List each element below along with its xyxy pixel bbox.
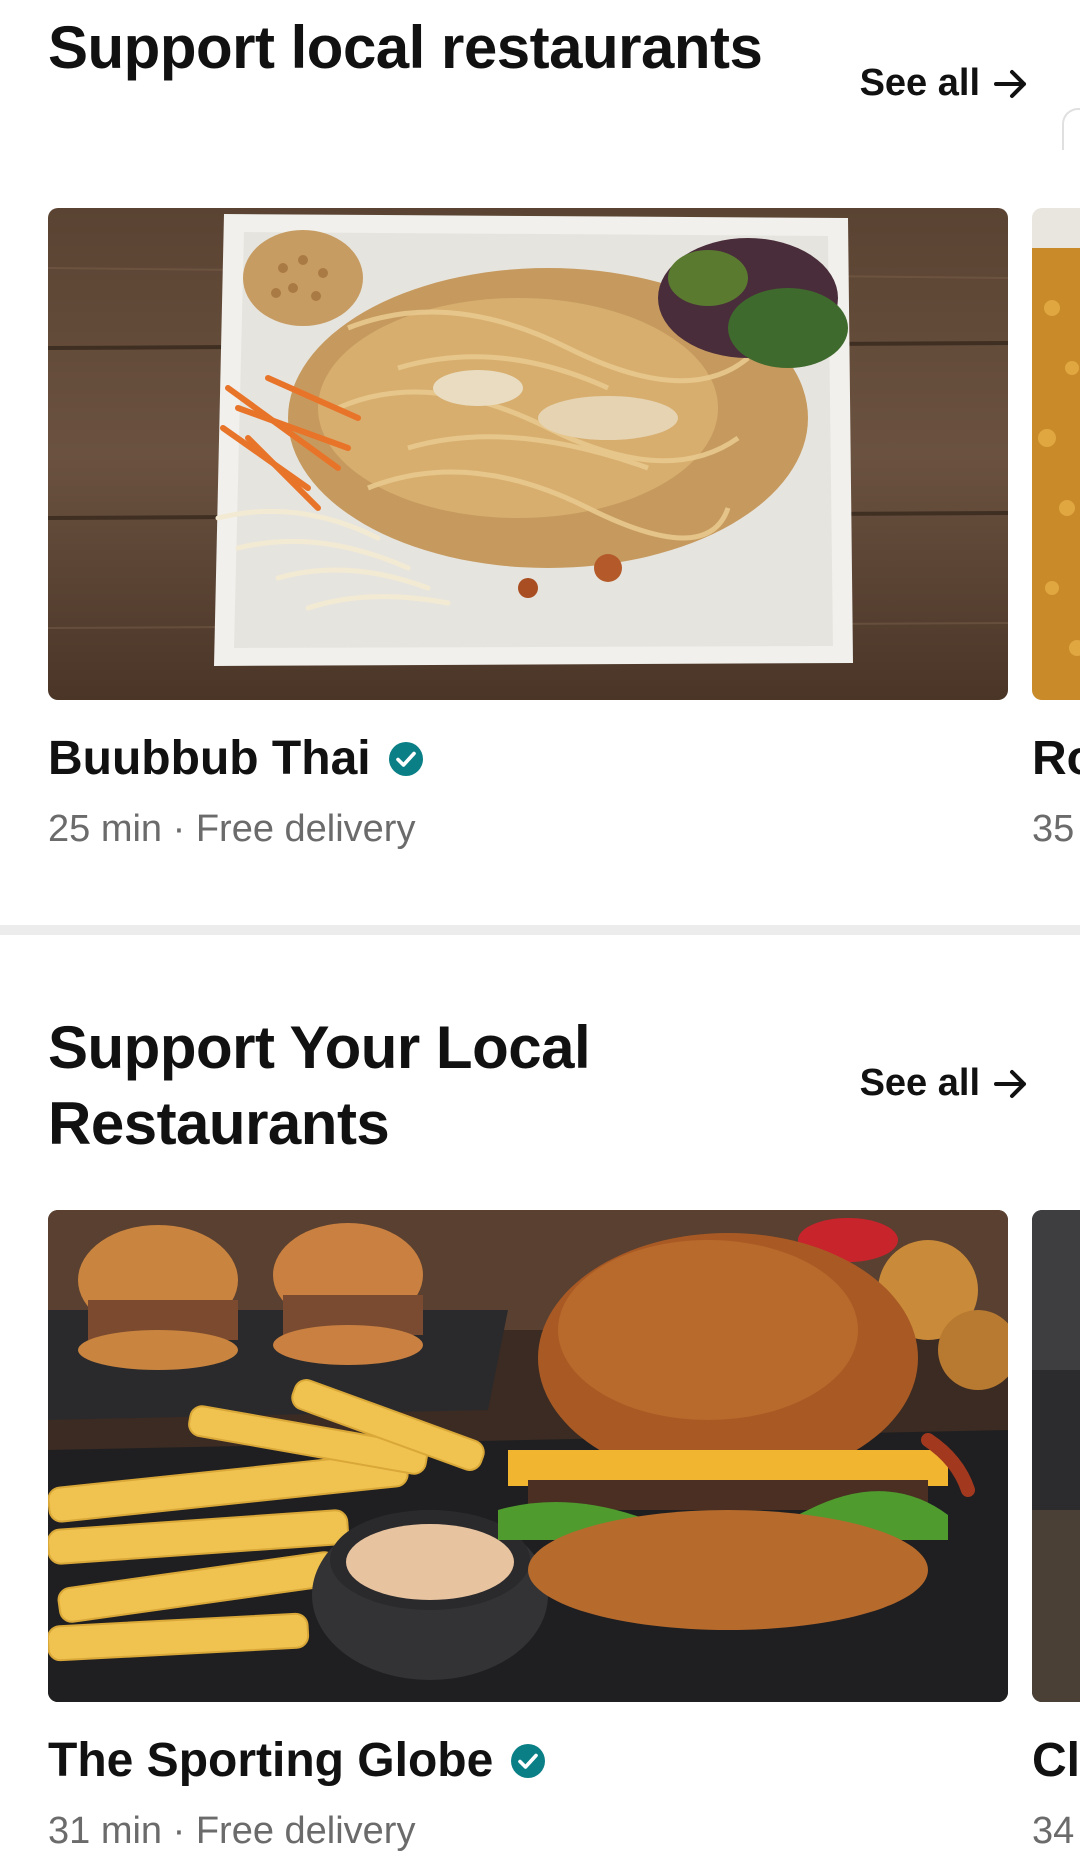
restaurant-meta-peek: 35	[1032, 808, 1075, 850]
see-all-label: See all	[859, 1062, 980, 1104]
restaurant-card-peek[interactable]: Ro 35	[1032, 208, 1080, 852]
restaurant-image	[48, 1210, 1008, 1702]
restaurant-name: Buubbub Thai	[48, 732, 371, 785]
arrow-right-icon	[994, 69, 1028, 99]
arrow-right-icon	[994, 1069, 1028, 1099]
restaurant-card[interactable]: The Sporting Globe 31 min · Free deliver…	[48, 1210, 1008, 1854]
restaurant-meta: 25 min · Free delivery	[48, 808, 416, 850]
restaurant-card-peek[interactable]: Cl 34	[1032, 1210, 1080, 1854]
see-all-label: See all	[859, 62, 980, 104]
verified-check-icon	[509, 1742, 547, 1780]
restaurant-carousel-section: Support local restaurants See all Buubbu…	[0, 0, 1080, 925]
restaurant-name-row: The Sporting Globe	[48, 1732, 1008, 1790]
restaurant-name: The Sporting Globe	[48, 1734, 494, 1787]
restaurant-card[interactable]: Buubbub Thai 25 min · Free delivery	[48, 208, 1008, 852]
restaurant-meta-peek: 34	[1032, 1810, 1075, 1852]
restaurant-carousel-section: Support Your Local Restaurants See all T…	[0, 935, 1080, 1868]
restaurant-image-peek	[1032, 208, 1080, 700]
restaurant-image	[48, 208, 1008, 700]
verified-check-icon	[387, 740, 425, 778]
section-title: Support Your Local Restaurants	[48, 1014, 591, 1157]
edge-card-outline	[1062, 108, 1080, 150]
pad-thai-photo	[48, 208, 1008, 700]
see-all-button[interactable]: See all	[860, 62, 1028, 105]
section-divider	[0, 925, 1080, 935]
restaurant-meta: 31 min · Free delivery	[48, 1810, 416, 1852]
restaurant-image-peek	[1032, 1210, 1080, 1702]
restaurant-name-peek: Cl	[1032, 1734, 1080, 1787]
restaurant-name-row: Buubbub Thai	[48, 730, 1008, 788]
burger-and-fries-photo	[48, 1210, 1008, 1702]
see-all-button[interactable]: See all	[860, 1062, 1028, 1105]
section-title: Support local restaurants	[48, 14, 763, 81]
restaurant-name-peek: Ro	[1032, 732, 1080, 785]
